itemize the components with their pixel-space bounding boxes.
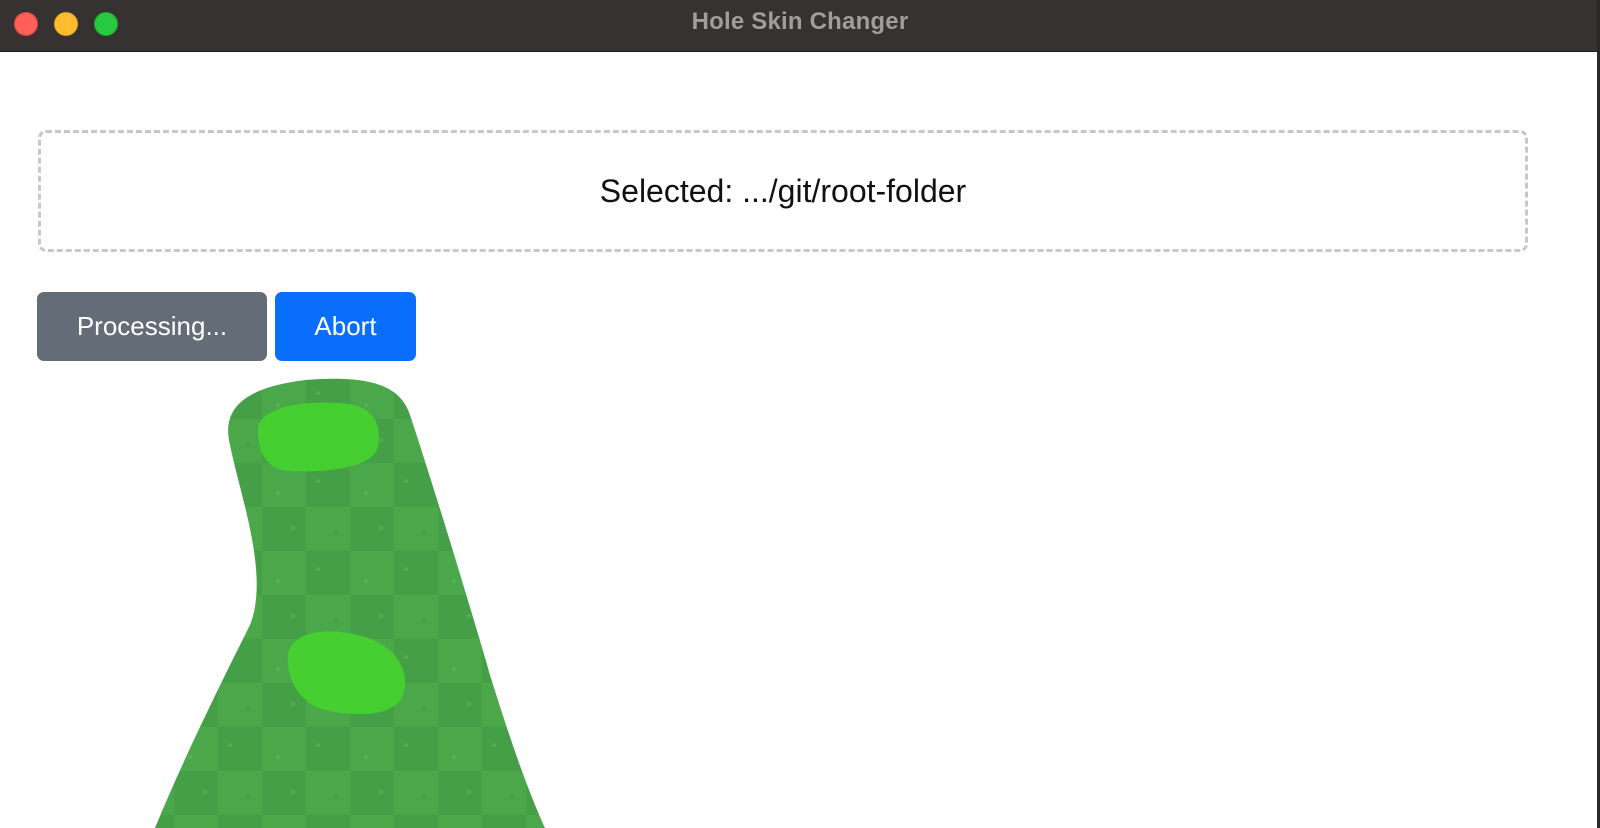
selected-folder-text: Selected: .../git/root-folder [599,172,967,209]
title-bar[interactable]: Hole Skin Changer [0,0,1600,52]
processing-button[interactable]: Processing... [37,292,267,361]
folder-dropzone[interactable]: Selected: .../git/root-folder [38,130,1528,252]
hole-skin-preview [155,378,545,828]
green-patch-top [258,402,380,472]
window-title: Hole Skin Changer [691,8,909,35]
app-window: Hole Skin Changer Selected: .../git/root… [0,0,1600,828]
abort-button[interactable]: Abort [275,292,416,361]
